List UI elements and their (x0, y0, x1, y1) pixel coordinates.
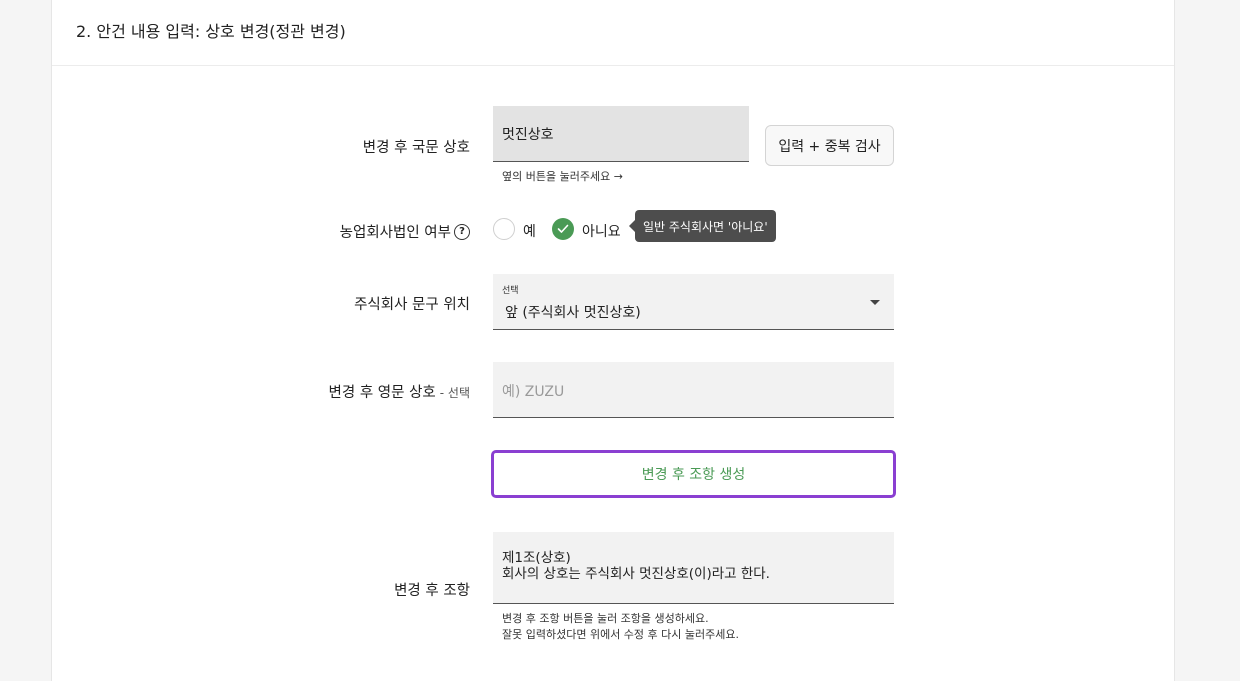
article-label: 변경 후 조항 (394, 583, 470, 599)
tooltip: 일반 주식회사면 '아니요' (629, 210, 776, 242)
help-icon[interactable]: ? (454, 224, 470, 240)
radio-yes-label: 예 (523, 224, 536, 240)
input-duplicate-check-button[interactable]: 입력 + 중복 검사 (765, 125, 894, 166)
article-line-1: 제1조(상호) (502, 550, 571, 566)
article-content: 제1조(상호) 회사의 상호는 주식회사 멋진상호(이)라고 한다. (502, 550, 770, 582)
english-name-input[interactable]: 예) ZUZU (493, 362, 894, 418)
article-helper: 변경 후 조항 버튼을 눌러 조항을 생성하세요. 잘못 입력하셨다면 위에서 … (502, 611, 739, 643)
article-helper-line-2: 잘못 입력하셨다면 위에서 수정 후 다시 눌러주세요. (502, 628, 739, 641)
radio-yes[interactable] (493, 218, 515, 240)
dropdown-arrow-icon (870, 300, 880, 305)
korean-name-label: 변경 후 국문 상호 (362, 140, 470, 156)
position-selected-value: 앞 (주식회사 멋진상호) (505, 305, 641, 321)
english-name-label-text: 변경 후 영문 상호 (328, 385, 436, 401)
agri-corp-label: 농업회사법인 여부? (340, 221, 470, 242)
radio-no-label: 아니요 (582, 224, 621, 240)
korean-name-value: 멋진상호 (502, 127, 554, 143)
article-textarea[interactable]: 제1조(상호) 회사의 상호는 주식회사 멋진상호(이)라고 한다. (493, 532, 894, 604)
title-divider (52, 65, 1174, 66)
form-panel: 2. 안건 내용 입력: 상호 변경(정관 변경) 변경 후 국문 상호 멋진상… (51, 0, 1175, 681)
korean-name-helper: 옆의 버튼을 눌러주세요 → (502, 170, 623, 183)
radio-no[interactable] (552, 218, 574, 240)
generate-article-button[interactable]: 변경 후 조항 생성 (491, 450, 896, 498)
article-helper-line-1: 변경 후 조항 버튼을 눌러 조항을 생성하세요. (502, 612, 709, 625)
english-name-label: 변경 후 영문 상호 - 선택 (329, 381, 470, 402)
position-select[interactable]: 선택 앞 (주식회사 멋진상호) (493, 274, 894, 330)
position-label: 주식회사 문구 위치 (354, 297, 470, 313)
section-title: 2. 안건 내용 입력: 상호 변경(정관 변경) (76, 22, 346, 41)
english-name-placeholder: 예) ZUZU (502, 384, 565, 400)
select-caption: 선택 (502, 286, 519, 296)
article-line-2: 회사의 상호는 주식회사 멋진상호(이)라고 한다. (502, 566, 770, 582)
check-icon (557, 224, 569, 233)
optional-note: - 선택 (439, 386, 470, 400)
korean-name-field[interactable]: 멋진상호 (493, 106, 749, 162)
agri-corp-label-text: 농업회사법인 여부 (339, 225, 451, 241)
